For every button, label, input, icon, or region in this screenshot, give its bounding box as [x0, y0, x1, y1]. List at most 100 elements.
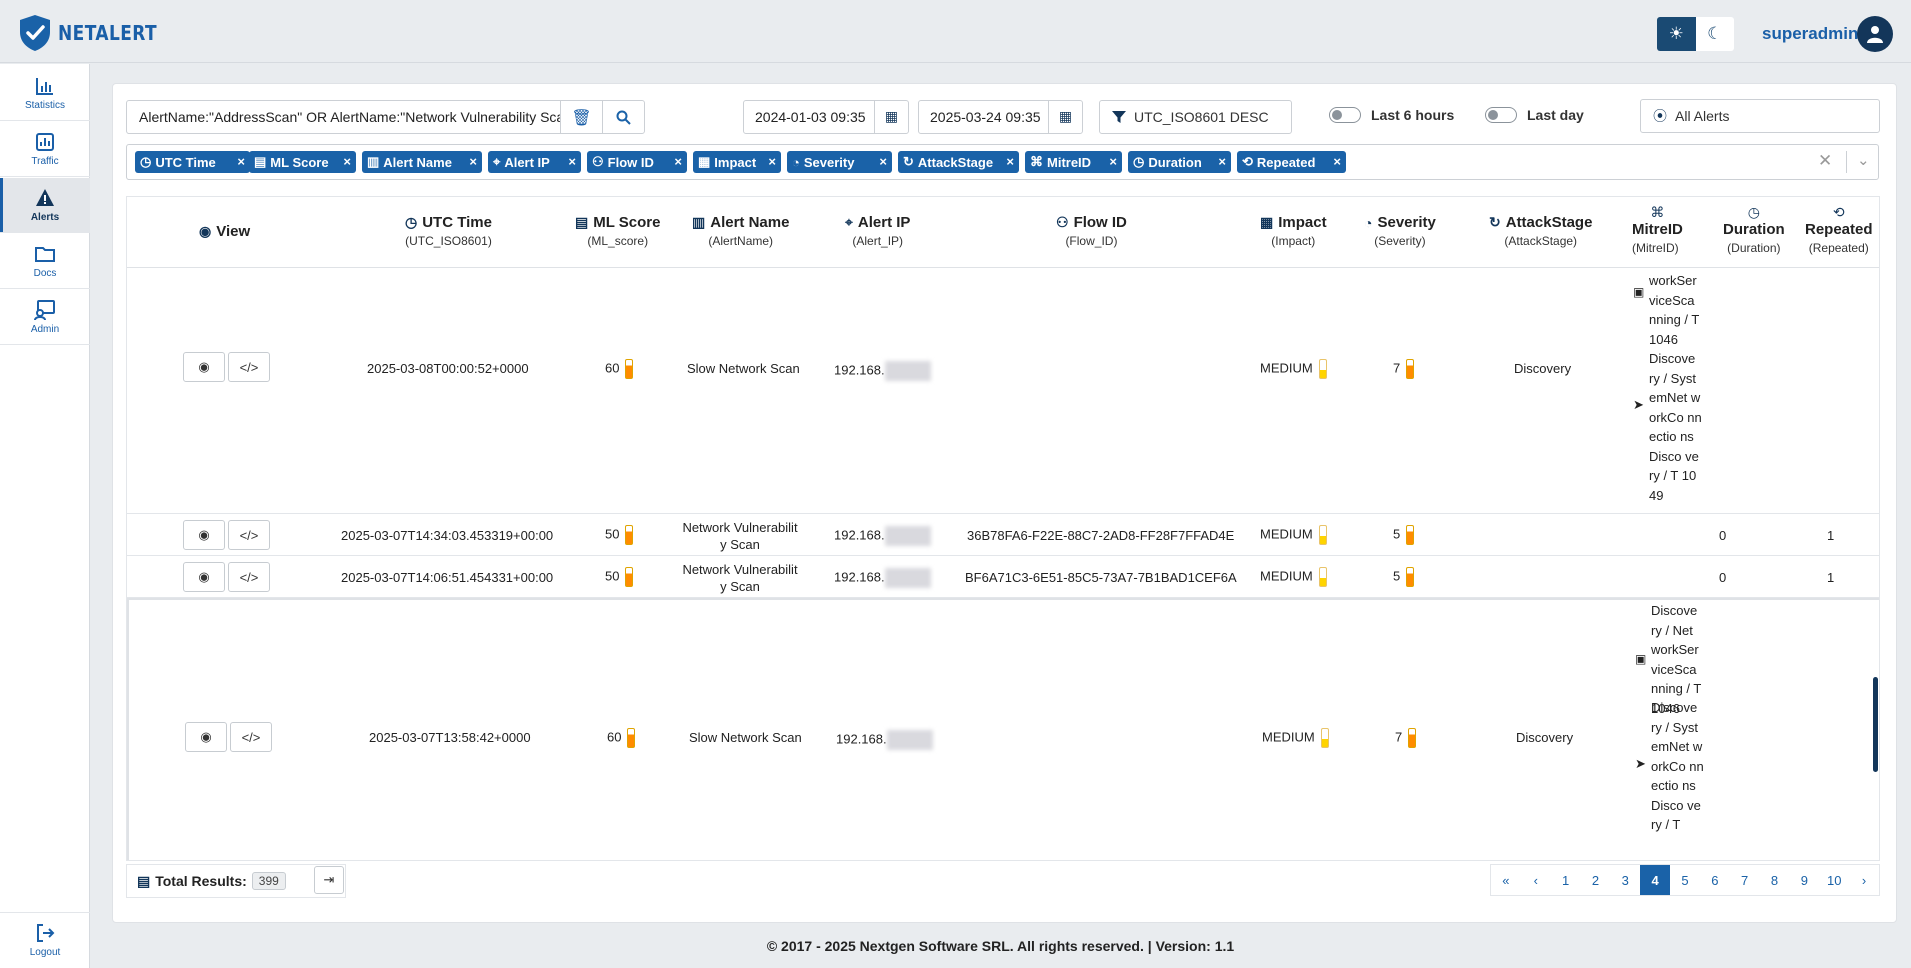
close-icon[interactable]: ×: [1218, 154, 1226, 169]
page-7[interactable]: 7: [1730, 865, 1760, 895]
page-10[interactable]: 10: [1819, 865, 1849, 895]
page-5[interactable]: 5: [1670, 865, 1700, 895]
chip-mitre-id[interactable]: ⌘ MitreID ×: [1025, 151, 1122, 173]
sidebar-item-alerts[interactable]: Alerts: [0, 178, 90, 233]
col-severity[interactable]: ◔ Severity (Severity): [1364, 214, 1436, 248]
alert-scope-select[interactable]: ⦿ All Alerts: [1640, 99, 1880, 133]
switch-icon[interactable]: [1329, 107, 1361, 123]
sidebar-item-traffic[interactable]: Traffic: [0, 122, 90, 177]
chip-attack-stage[interactable]: ↻ AttackStage ×: [898, 151, 1019, 173]
chip-impact[interactable]: ▦ Impact ×: [693, 151, 781, 173]
chip-ml-score[interactable]: ▤ ML Score ×: [249, 151, 356, 173]
chip-alert-ip[interactable]: ⌖ Alert IP ×: [488, 151, 581, 173]
alerts-table: ◉ View ◷ UTC Time (UTC_ISO8601) ▤ ML Score …: [126, 196, 1880, 861]
close-icon[interactable]: ×: [1006, 154, 1014, 169]
code-icon: </>: [239, 527, 259, 543]
user-name[interactable]: superadmin: [1762, 24, 1858, 44]
chip-severity[interactable]: ◔ Severity ×: [787, 151, 892, 173]
col-title: Severity: [1377, 214, 1436, 231]
page-8[interactable]: 8: [1760, 865, 1790, 895]
view-button[interactable]: ◉: [183, 352, 225, 382]
ip-prefix: 192.168.: [834, 527, 885, 543]
view-button[interactable]: ◉: [183, 520, 225, 550]
page-3[interactable]: 3: [1610, 865, 1640, 895]
page-9[interactable]: 9: [1789, 865, 1819, 895]
page-6[interactable]: 6: [1700, 865, 1730, 895]
sort-select[interactable]: UTC_ISO8601 DESC: [1099, 100, 1292, 134]
impact-value: MEDIUM: [1262, 729, 1315, 745]
col-impact[interactable]: ▦ Impact (Impact): [1260, 214, 1327, 248]
chip-repeated[interactable]: ⟲ Repeated ×: [1237, 151, 1346, 173]
date-from-field[interactable]: 2024-01-03 09:35 ▦: [743, 100, 909, 134]
page-2[interactable]: 2: [1581, 865, 1611, 895]
impact-bar-icon: [1318, 567, 1327, 587]
sidebar-item-docs[interactable]: Docs: [0, 234, 90, 289]
col-repeated[interactable]: ⟲ Repeated (Repeated): [1805, 204, 1873, 255]
code-icon: </>: [241, 729, 261, 745]
col-mitre-id[interactable]: ⌘ MitreID (MitreID): [1632, 204, 1683, 255]
search-icon[interactable]: [602, 101, 644, 133]
close-icon[interactable]: ×: [1333, 154, 1341, 169]
first-page-button[interactable]: «: [1491, 865, 1521, 895]
chip-alert-name[interactable]: ▥ Alert Name ×: [362, 151, 482, 173]
switch-icon[interactable]: [1485, 107, 1517, 123]
user-avatar-icon[interactable]: [1857, 16, 1893, 52]
sidebar-item-admin[interactable]: Admin: [0, 290, 90, 345]
calendar-icon[interactable]: ▦: [874, 101, 908, 133]
table-row: ◉ </> 2025-03-08T00:00:52+0000 60 Slow N…: [127, 269, 1879, 514]
trash-icon[interactable]: 🗑: [560, 101, 602, 133]
code-icon: </>: [239, 359, 259, 375]
tactic-icon: ▣: [1635, 652, 1647, 666]
col-utc-time[interactable]: ◷ UTC Time (UTC_ISO8601): [405, 214, 492, 248]
date-from-value[interactable]: 2024-01-03 09:35: [744, 109, 874, 125]
next-page-button[interactable]: ›: [1849, 865, 1879, 895]
col-duration[interactable]: ◷ Duration (Duration): [1723, 204, 1785, 255]
chip-duration[interactable]: ◷ Duration ×: [1128, 151, 1231, 173]
calendar-icon[interactable]: ▦: [1048, 101, 1082, 133]
query-input[interactable]: AlertName:"AddressScan" OR AlertName:"Ne…: [126, 100, 645, 134]
sidebar-item-statistics[interactable]: Statistics: [0, 66, 90, 121]
close-icon[interactable]: ×: [237, 154, 245, 169]
col-ml-score[interactable]: ▤ ML Score (ML_score): [575, 214, 660, 248]
date-to-value[interactable]: 2025-03-24 09:35: [919, 109, 1048, 125]
toggle-last-day[interactable]: Last day: [1485, 107, 1584, 123]
export-button[interactable]: ⇥: [314, 866, 344, 894]
scrollbar-thumb[interactable]: [1873, 677, 1878, 772]
moon-icon[interactable]: ☾: [1695, 17, 1734, 51]
clock-icon: ◷: [405, 214, 418, 230]
chart-icon: ▤: [137, 872, 151, 889]
query-text[interactable]: AlertName:"AddressScan" OR AlertName:"Ne…: [127, 109, 560, 125]
chevron-down-icon[interactable]: ⌄: [1846, 151, 1870, 173]
toggle-last-6-hours[interactable]: Last 6 hours: [1329, 107, 1454, 123]
close-icon[interactable]: ×: [469, 154, 477, 169]
col-alert-name[interactable]: ▥ Alert Name (AlertName): [692, 214, 789, 248]
code-button[interactable]: </>: [228, 352, 270, 382]
close-icon[interactable]: ×: [1109, 154, 1117, 169]
page-1[interactable]: 1: [1551, 865, 1581, 895]
view-button[interactable]: ◉: [183, 562, 225, 592]
eye-icon: ◉: [198, 527, 210, 542]
page-4[interactable]: 4: [1640, 865, 1671, 895]
close-icon[interactable]: ×: [674, 154, 682, 169]
code-button[interactable]: </>: [230, 722, 272, 752]
sun-icon[interactable]: ☀: [1657, 17, 1696, 51]
date-to-field[interactable]: 2025-03-24 09:35 ▦: [918, 100, 1083, 134]
col-flow-id[interactable]: ⚇ Flow ID (Flow_ID): [1056, 214, 1127, 248]
col-view[interactable]: ◉ View: [199, 223, 250, 240]
col-alert-ip[interactable]: ⌖ Alert IP (Alert_IP): [845, 214, 910, 248]
clear-icon[interactable]: ✕: [1818, 151, 1832, 171]
theme-toggle[interactable]: ☀ ☾: [1657, 17, 1734, 51]
col-attack-stage[interactable]: ↻ AttackStage (AttackStage): [1489, 214, 1592, 248]
logo[interactable]: NETALERT: [18, 14, 175, 52]
prev-page-button[interactable]: ‹: [1521, 865, 1551, 895]
close-icon[interactable]: ×: [879, 154, 887, 169]
code-button[interactable]: </>: [228, 562, 270, 592]
close-icon[interactable]: ×: [568, 154, 576, 169]
close-icon[interactable]: ×: [343, 154, 351, 169]
chip-flow-id[interactable]: ⚇ Flow ID ×: [587, 151, 687, 173]
close-icon[interactable]: ×: [768, 154, 776, 169]
code-button[interactable]: </>: [228, 520, 270, 550]
chip-label: MitreID: [1047, 154, 1092, 170]
chip-utc-time[interactable]: ◷ UTC Time ×: [135, 151, 250, 173]
view-button[interactable]: ◉: [185, 722, 227, 752]
